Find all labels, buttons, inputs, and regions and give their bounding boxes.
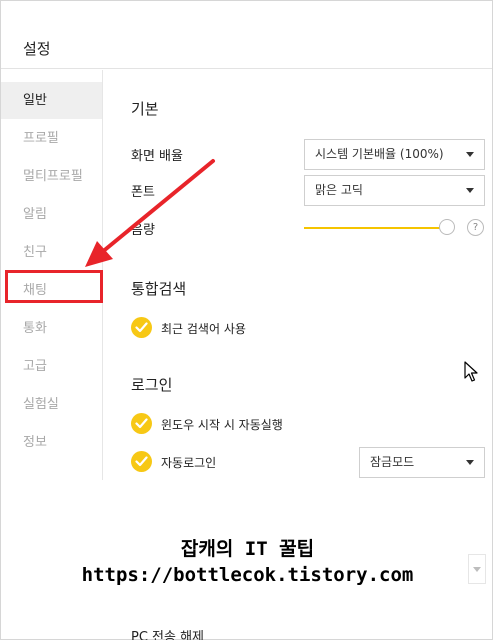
help-icon[interactable]: ? [467, 219, 484, 236]
chevron-down-icon [466, 188, 474, 193]
sidebar-item-profile[interactable]: 프로필 [1, 120, 102, 157]
sidebar-item-notifications[interactable]: 알림 [1, 196, 102, 233]
section-title-search: 통합검색 [131, 280, 187, 298]
watermark-url: https://bottlecok.tistory.com [81, 564, 414, 586]
screen-zoom-value: 시스템 기본배율 (100%) [315, 147, 444, 161]
font-label: 폰트 [131, 185, 155, 200]
volume-label: 음량 [131, 223, 155, 238]
sidebar-item-info[interactable]: 정보 [1, 424, 102, 461]
autostart-checkbox[interactable] [131, 413, 152, 434]
sidebar-item-call[interactable]: 통화 [1, 310, 102, 347]
chat-highlight-box [5, 270, 103, 303]
window-title: 설정 [23, 40, 51, 58]
blog-watermark: 잡캐의 IT 꿀팁 https://bottlecok.tistory.com [1, 536, 493, 588]
volume-slider-track[interactable] [304, 227, 454, 229]
watermark-title: 잡캐의 IT 꿀팁 [180, 538, 315, 560]
screen-zoom-select[interactable]: 시스템 기본배율 (100%) [304, 139, 485, 170]
settings-window: 설정 일반 프로필 멀티프로필 알림 친구 채팅 통화 고급 실험실 정보 기본… [0, 0, 493, 640]
screen-zoom-label: 화면 배율 [131, 149, 183, 164]
sidebar-item-friends[interactable]: 친구 [1, 234, 102, 271]
chevron-down-icon [466, 152, 474, 157]
autologin-checkbox[interactable] [131, 451, 152, 472]
lock-mode-select[interactable]: 잠금모드 [359, 447, 485, 478]
font-select[interactable]: 맑은 고딕 [304, 175, 485, 206]
sidebar-item-multiprofile[interactable]: 멀티프로필 [1, 158, 102, 195]
titlebar: 설정 [1, 1, 492, 69]
mouse-cursor-icon [464, 361, 478, 382]
section-title-login: 로그인 [131, 376, 173, 394]
lock-mode-value: 잠금모드 [370, 455, 415, 469]
check-icon [135, 322, 148, 333]
recent-search-checkbox[interactable] [131, 317, 152, 338]
check-icon [135, 456, 148, 467]
sidebar-item-labs[interactable]: 실험실 [1, 386, 102, 423]
check-icon [135, 418, 148, 429]
autostart-label: 윈도우 시작 시 자동실행 [161, 418, 283, 432]
chevron-down-icon [466, 460, 474, 465]
autologin-label: 자동로그인 [161, 456, 217, 470]
volume-slider-thumb[interactable] [439, 219, 455, 235]
section-title-basic: 기본 [131, 100, 159, 118]
recent-search-label: 최근 검색어 사용 [161, 322, 246, 336]
sidebar-item-general[interactable]: 일반 [1, 82, 102, 119]
pc-transfer-cutoff-label: PC 전송 해제 [131, 630, 205, 640]
font-value: 맑은 고딕 [315, 183, 363, 197]
sidebar-item-advanced[interactable]: 고급 [1, 348, 102, 385]
